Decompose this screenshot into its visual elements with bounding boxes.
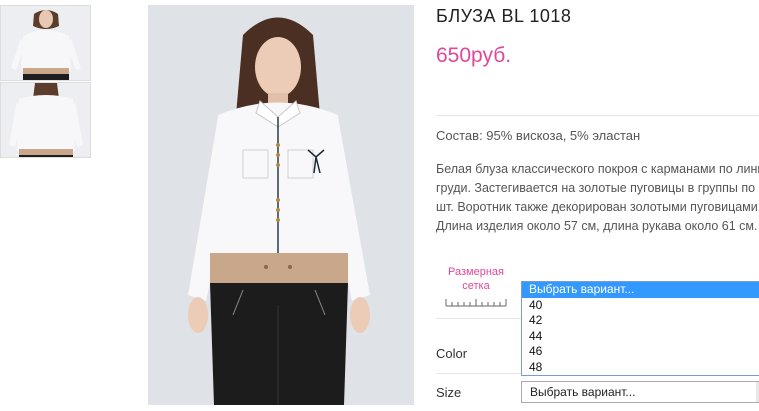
divider (436, 115, 759, 116)
dropdown-option[interactable]: 42 (522, 313, 759, 329)
product-title: БЛУЗА BL 1018 (436, 6, 572, 26)
color-dropdown-list[interactable]: Выбрать вариант... 40 42 44 46 48 (521, 281, 759, 376)
thumbnail-front[interactable] (0, 5, 91, 81)
product-composition: Состав: 95% вискоза, 5% эластан (436, 128, 641, 143)
ruler-icon (445, 299, 507, 307)
size-chart-link[interactable]: Размерная сетка (440, 265, 512, 311)
color-label: Color (436, 346, 468, 361)
product-price: 650руб. (436, 44, 512, 67)
size-chart-label: Размерная сетка (448, 266, 504, 292)
dropdown-option[interactable]: 46 (522, 344, 759, 360)
product-main-image[interactable] (148, 5, 414, 405)
size-select-value: Выбрать вариант... (530, 385, 636, 399)
dropdown-option[interactable]: 48 (522, 360, 759, 376)
product-description: Белая блуза классического покроя с карма… (436, 162, 759, 233)
size-label: Size (436, 385, 462, 400)
size-select[interactable]: Выбрать вариант... (521, 381, 759, 403)
dropdown-option[interactable]: Выбрать вариант... (522, 282, 759, 298)
dropdown-option[interactable]: 40 (522, 298, 759, 314)
thumbnail-back[interactable] (0, 82, 91, 158)
dropdown-option[interactable]: 44 (522, 329, 759, 345)
